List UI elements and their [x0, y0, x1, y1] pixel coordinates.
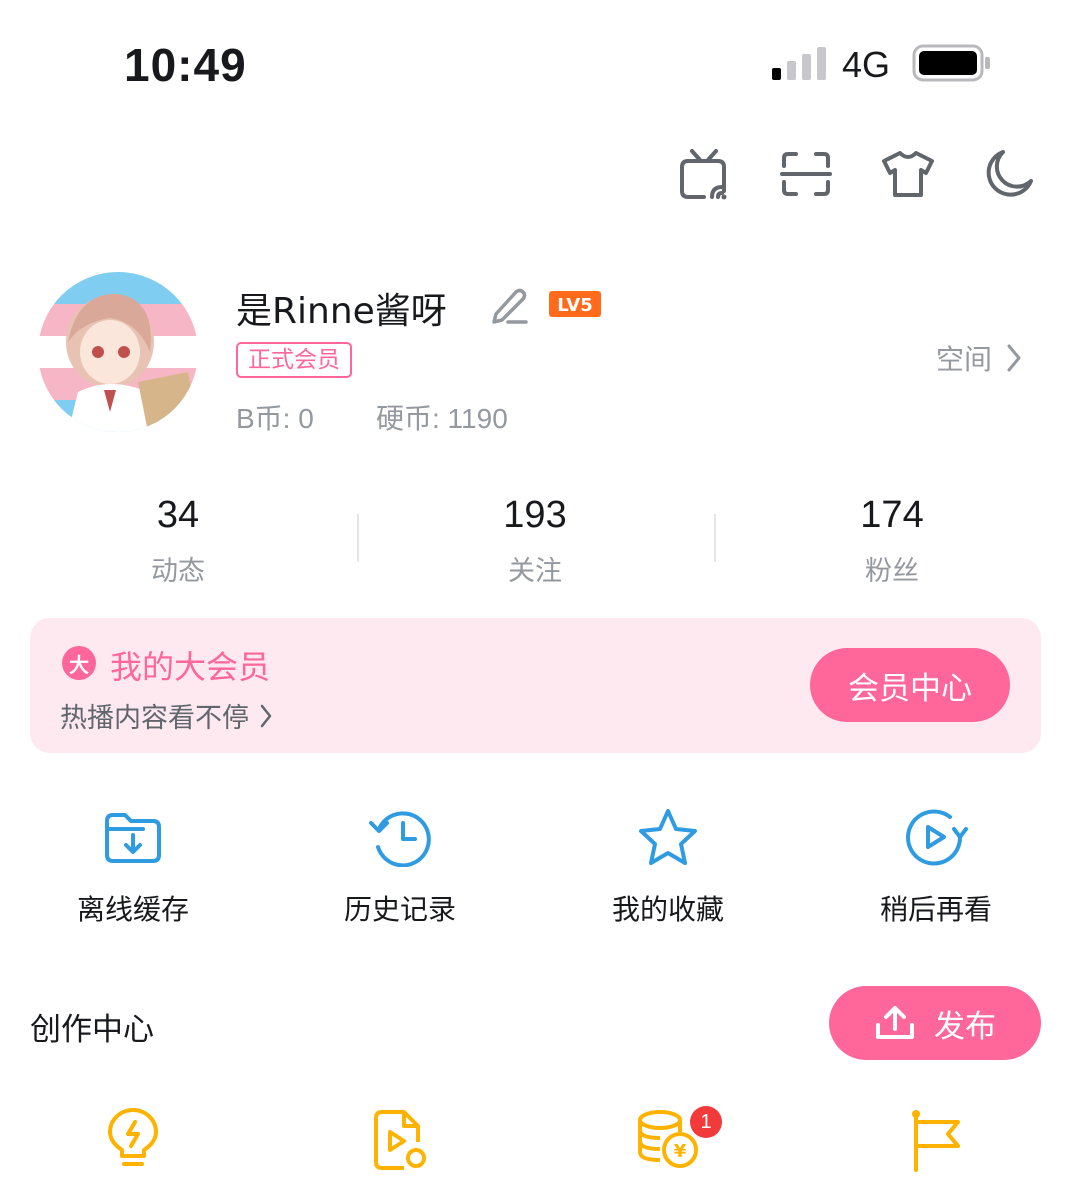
vip-subtitle: 热播内容看不停	[60, 696, 273, 735]
quick-action-label: 稍后再看	[879, 893, 992, 926]
upload-icon	[876, 1006, 914, 1039]
download-folder-icon	[105, 813, 161, 863]
member-badge: 正式会员	[236, 342, 352, 378]
stat-dynamics[interactable]: 34 动态	[28, 494, 328, 588]
stat-divider	[357, 514, 359, 562]
publish-button[interactable]: 发布	[829, 986, 1041, 1060]
creation-manage[interactable]	[285, 1108, 515, 1188]
vip-banner[interactable]: 大 我的大会员 热播内容看不停 会员中心	[30, 618, 1041, 753]
history-icon	[369, 811, 431, 867]
offline-cache-button[interactable]: 离线缓存	[18, 806, 248, 928]
vip-icon: 大	[62, 646, 96, 680]
star-icon	[639, 809, 697, 865]
stat-following[interactable]: 193 关注	[385, 494, 685, 588]
theme-button[interactable]	[876, 142, 940, 206]
stat-label: 粉丝	[865, 556, 919, 587]
tshirt-icon	[882, 151, 934, 197]
scan-icon	[780, 152, 832, 196]
history-button[interactable]: 历史记录	[285, 806, 515, 928]
creation-inspiration[interactable]	[18, 1108, 248, 1188]
stat-followers[interactable]: 174 粉丝	[742, 494, 1042, 588]
quick-action-label: 历史记录	[343, 893, 456, 926]
stat-label: 关注	[508, 556, 562, 587]
network-type: 4G	[842, 44, 891, 85]
scan-button[interactable]	[774, 142, 838, 206]
video-file-icon	[374, 1110, 426, 1170]
vip-subtitle-text: 热播内容看不停	[60, 703, 249, 734]
svg-text:¥: ¥	[674, 1141, 687, 1162]
night-mode-button[interactable]	[976, 142, 1040, 206]
battery-icon	[912, 44, 990, 82]
space-label: 空间	[936, 343, 993, 376]
creation-activities[interactable]	[821, 1108, 1051, 1188]
stat-number: 174	[860, 494, 924, 536]
stat-number: 193	[503, 494, 567, 536]
watch-later-button[interactable]: 稍后再看	[821, 806, 1051, 928]
publish-label: 发布	[934, 1008, 996, 1045]
chevron-right-icon	[260, 704, 272, 727]
quick-action-label: 离线缓存	[76, 893, 189, 926]
lightbulb-icon	[108, 1108, 158, 1166]
creation-earnings[interactable]: ¥	[553, 1108, 783, 1188]
b-coin-count: B币: 0	[236, 403, 314, 434]
coin-count: 硬币: 1190	[376, 403, 508, 434]
stat-number: 34	[156, 494, 200, 536]
space-link[interactable]: 空间	[936, 338, 1022, 378]
chevron-right-icon	[1007, 344, 1021, 372]
status-time: 10:49	[124, 39, 247, 91]
vip-center-button[interactable]: 会员中心	[810, 648, 1010, 722]
edit-icon[interactable]	[488, 284, 530, 326]
level-badge: LV5	[549, 291, 601, 317]
stat-divider	[714, 514, 716, 562]
moon-icon	[986, 150, 1033, 197]
username: 是Rinne酱呀	[236, 291, 447, 332]
vip-title: 我的大会员	[110, 648, 271, 686]
creation-center-title: 创作中心	[30, 1012, 154, 1048]
stat-label: 动态	[151, 556, 205, 587]
level-text: LV5	[557, 295, 592, 316]
favorites-button[interactable]: 我的收藏	[553, 806, 783, 928]
avatar-image	[38, 272, 198, 432]
signal-icon	[772, 47, 826, 80]
cast-icon	[680, 149, 727, 200]
watch-later-icon	[906, 809, 968, 866]
cast-button[interactable]	[672, 142, 736, 206]
notification-badge: 1	[690, 1106, 722, 1138]
avatar[interactable]	[38, 272, 198, 432]
quick-action-label: 我的收藏	[611, 893, 724, 926]
flag-icon	[912, 1110, 960, 1172]
